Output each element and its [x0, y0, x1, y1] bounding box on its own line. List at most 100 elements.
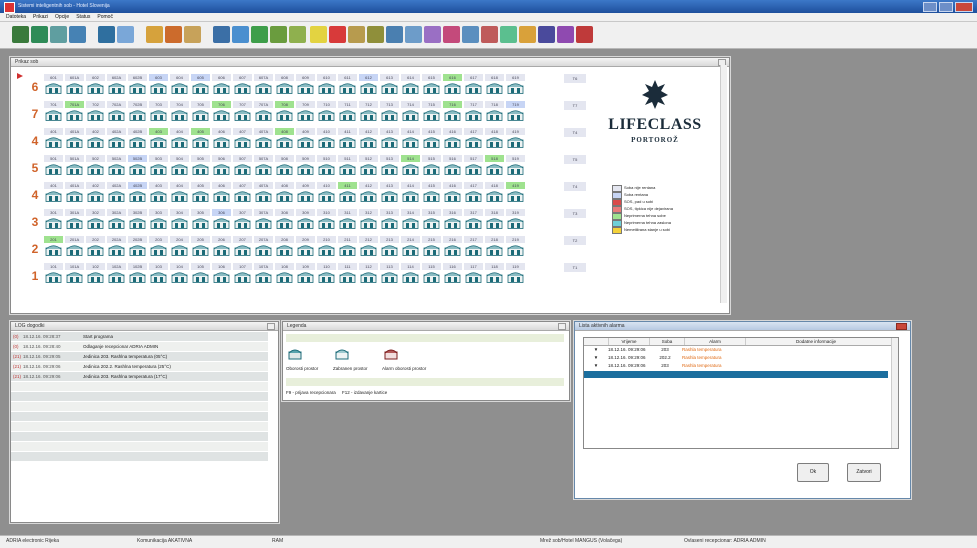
close-alarms-button[interactable]: Zatvori: [847, 463, 881, 482]
room-502[interactable]: 502: [86, 155, 105, 175]
room-601A[interactable]: 601A: [65, 74, 84, 94]
room-210[interactable]: 210: [317, 236, 336, 256]
room-505[interactable]: 505: [191, 155, 210, 175]
room-409[interactable]: 409: [296, 128, 315, 148]
room-407[interactable]: 407: [233, 182, 252, 202]
room-514[interactable]: 514: [401, 155, 420, 175]
room-507A[interactable]: 507A: [254, 155, 273, 175]
room-207A[interactable]: 207A: [254, 236, 273, 256]
room-102[interactable]: 102: [86, 263, 105, 283]
log-row[interactable]: (21) 18.12.16. 09:29:06 Jedinica 203. Rash…: [11, 372, 268, 382]
room-619[interactable]: 619: [506, 74, 525, 94]
back-icon[interactable]: [12, 26, 29, 43]
room-502A[interactable]: 502A: [107, 155, 126, 175]
calendar-icon[interactable]: [443, 26, 460, 43]
room-607A[interactable]: 607A: [254, 74, 273, 94]
room-518[interactable]: 518: [485, 155, 504, 175]
person-icon[interactable]: [462, 26, 479, 43]
room-306[interactable]: 306: [212, 209, 231, 229]
database-icon[interactable]: [538, 26, 555, 43]
room-108[interactable]: 108: [275, 263, 294, 283]
room-703[interactable]: 703: [149, 101, 168, 121]
room-419[interactable]: 419: [506, 182, 525, 202]
alarm-row[interactable]: ▼ 18.12.16. 09:29:06 203 Rashla temperatura: [584, 362, 898, 370]
room-605[interactable]: 605: [191, 74, 210, 94]
col-time[interactable]: Vrijeme: [608, 338, 649, 345]
room-615[interactable]: 615: [422, 74, 441, 94]
room-405[interactable]: 405: [191, 182, 210, 202]
room-202A[interactable]: 202A: [107, 236, 126, 256]
camera-icon[interactable]: [117, 26, 134, 43]
room-512[interactable]: 512: [359, 155, 378, 175]
log-row[interactable]: [11, 402, 268, 412]
room-719[interactable]: 719: [506, 101, 525, 121]
minimize-button[interactable]: [923, 2, 937, 12]
list-icon[interactable]: [270, 26, 287, 43]
room-710[interactable]: 710: [317, 101, 336, 121]
room-516[interactable]: 516: [443, 155, 462, 175]
room-401A[interactable]: 401A: [65, 182, 84, 202]
close-button[interactable]: [955, 2, 973, 12]
door-icon[interactable]: [184, 26, 201, 43]
room-213[interactable]: 213: [380, 236, 399, 256]
room-417[interactable]: 417: [464, 182, 483, 202]
room-602B[interactable]: 602B: [128, 74, 147, 94]
room-502B[interactable]: 502B: [128, 155, 147, 175]
room-109[interactable]: 109: [296, 263, 315, 283]
room-301[interactable]: 301: [44, 209, 63, 229]
room-205[interactable]: 205: [191, 236, 210, 256]
room-310[interactable]: 310: [317, 209, 336, 229]
floor-summary[interactable]: T5: [564, 155, 586, 164]
room-405[interactable]: 405: [191, 128, 210, 148]
room-413[interactable]: 413: [380, 182, 399, 202]
room-216[interactable]: 216: [443, 236, 462, 256]
lock-icon[interactable]: [50, 26, 67, 43]
room-302[interactable]: 302: [86, 209, 105, 229]
room-107[interactable]: 107: [233, 263, 252, 283]
room-602[interactable]: 602: [86, 74, 105, 94]
room-313[interactable]: 313: [380, 209, 399, 229]
room-303[interactable]: 303: [149, 209, 168, 229]
room-417[interactable]: 417: [464, 128, 483, 148]
room-315[interactable]: 315: [422, 209, 441, 229]
room-415[interactable]: 415: [422, 182, 441, 202]
room-419[interactable]: 419: [506, 128, 525, 148]
room-203[interactable]: 203: [149, 236, 168, 256]
alarms-scrollbar[interactable]: [891, 338, 898, 448]
log-row[interactable]: [11, 422, 268, 432]
room-307A[interactable]: 307A: [254, 209, 273, 229]
room-207[interactable]: 207: [233, 236, 252, 256]
room-102B[interactable]: 102B: [128, 263, 147, 283]
room-403[interactable]: 403: [149, 182, 168, 202]
room-119[interactable]: 119: [506, 263, 525, 283]
room-404[interactable]: 404: [170, 182, 189, 202]
mail-icon[interactable]: [500, 26, 517, 43]
room-218[interactable]: 218: [485, 236, 504, 256]
room-219[interactable]: 219: [506, 236, 525, 256]
room-308[interactable]: 308: [275, 209, 294, 229]
room-311[interactable]: 311: [338, 209, 357, 229]
room-318[interactable]: 318: [485, 209, 504, 229]
room-410[interactable]: 410: [317, 182, 336, 202]
floor-summary[interactable]: T1: [564, 263, 586, 272]
floor-summary[interactable]: T4: [564, 128, 586, 137]
room-713[interactable]: 713: [380, 101, 399, 121]
room-408[interactable]: 408: [275, 182, 294, 202]
room-412[interactable]: 412: [359, 128, 378, 148]
rooms-scrollbar[interactable]: [720, 65, 727, 303]
room-610[interactable]: 610: [317, 74, 336, 94]
room-105[interactable]: 105: [191, 263, 210, 283]
log-row[interactable]: [11, 392, 268, 402]
room-411[interactable]: 411: [338, 182, 357, 202]
legend-window-close[interactable]: [558, 323, 566, 330]
filter-icon[interactable]: [367, 26, 384, 43]
room-717[interactable]: 717: [464, 101, 483, 121]
fire-icon[interactable]: [576, 26, 593, 43]
room-111[interactable]: 111: [338, 263, 357, 283]
room-201[interactable]: 201: [44, 236, 63, 256]
log-row[interactable]: (0) 18.12.16. 09:28:37 Start programa: [11, 332, 268, 342]
floor-summary[interactable]: T6: [564, 74, 586, 83]
room-508[interactable]: 508: [275, 155, 294, 175]
floor-icon[interactable]: [232, 26, 249, 43]
log-row[interactable]: [11, 452, 268, 462]
